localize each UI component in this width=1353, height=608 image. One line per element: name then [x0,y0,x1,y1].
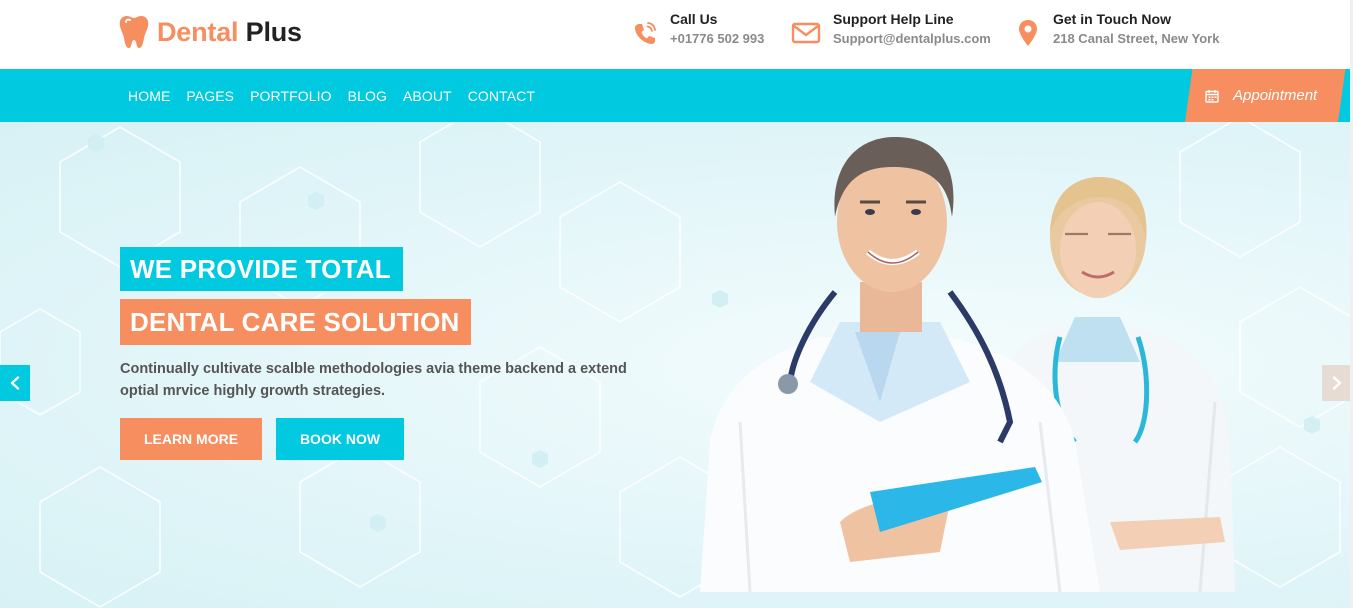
nav-item-contact[interactable]: CONTACT [468,88,535,104]
contact-call: Call Us +01776 502 993 [632,10,764,54]
hero-description: Continually cultivate scalble methodolog… [120,361,627,399]
brand-name-part1: Dental [157,16,239,47]
chevron-right-icon [1332,376,1342,390]
learn-more-button[interactable]: LEARN MORE [120,418,262,460]
nav-item-home[interactable]: HOME [128,88,170,104]
hero-heading-line1: WE PROVIDE TOTAL [120,247,403,291]
slider-prev-button[interactable] [0,365,30,401]
contact-call-title: Call Us [670,11,718,27]
top-header: Dental Plus Call Us +01776 502 993 Suppo… [0,0,1353,69]
book-now-button[interactable]: BOOK NOW [276,418,404,460]
main-navbar: HOME PAGES PORTFOLIO BLOG ABOUT CONTACT … [0,69,1353,122]
appointment-button[interactable]: Appointment [1185,69,1346,122]
nav-item-blog[interactable]: BLOG [348,88,387,104]
appointment-label: Appointment [1233,87,1318,104]
hero-heading-line1-text: WE PROVIDE TOTAL [130,253,391,284]
contact-address-value: 218 Canal Street, New York [1053,31,1220,46]
chevron-left-icon [10,376,20,390]
phone-icon [635,22,656,44]
slider-next-button[interactable] [1322,365,1352,401]
hero-heading-line2-text: DENTAL CARE SOLUTION [130,306,460,337]
brand-name: Dental Plus [157,17,302,48]
calendar-icon [1205,89,1219,103]
nav-item-pages[interactable]: PAGES [186,88,234,104]
contact-support: Support Help Line Support@dentalplus.com [791,10,991,54]
brand-name-part2: Plus [245,16,302,47]
envelope-icon [791,22,821,44]
main-nav: HOME PAGES PORTFOLIO BLOG ABOUT CONTACT [128,69,551,122]
appointment-button-content[interactable]: Appointment [1185,69,1338,122]
logo[interactable]: Dental Plus [118,14,302,50]
hero-slider: WE PROVIDE TOTAL DENTAL CARE SOLUTION Co… [0,122,1353,608]
tooth-icon [119,16,149,48]
contact-address-title: Get in Touch Now [1053,11,1171,27]
hero-heading-line2: DENTAL CARE SOLUTION [120,299,472,345]
map-pin-icon [1019,20,1037,46]
nav-item-portfolio[interactable]: PORTFOLIO [250,88,332,104]
doctors-image [700,137,1235,592]
contact-support-value[interactable]: Support@dentalplus.com [833,28,991,50]
contact-address: Get in Touch Now 218 Canal Street, New Y… [1015,10,1219,54]
contact-call-value[interactable]: +01776 502 993 [670,28,764,50]
contact-support-title: Support Help Line [833,11,954,27]
nav-item-about[interactable]: ABOUT [403,88,452,104]
